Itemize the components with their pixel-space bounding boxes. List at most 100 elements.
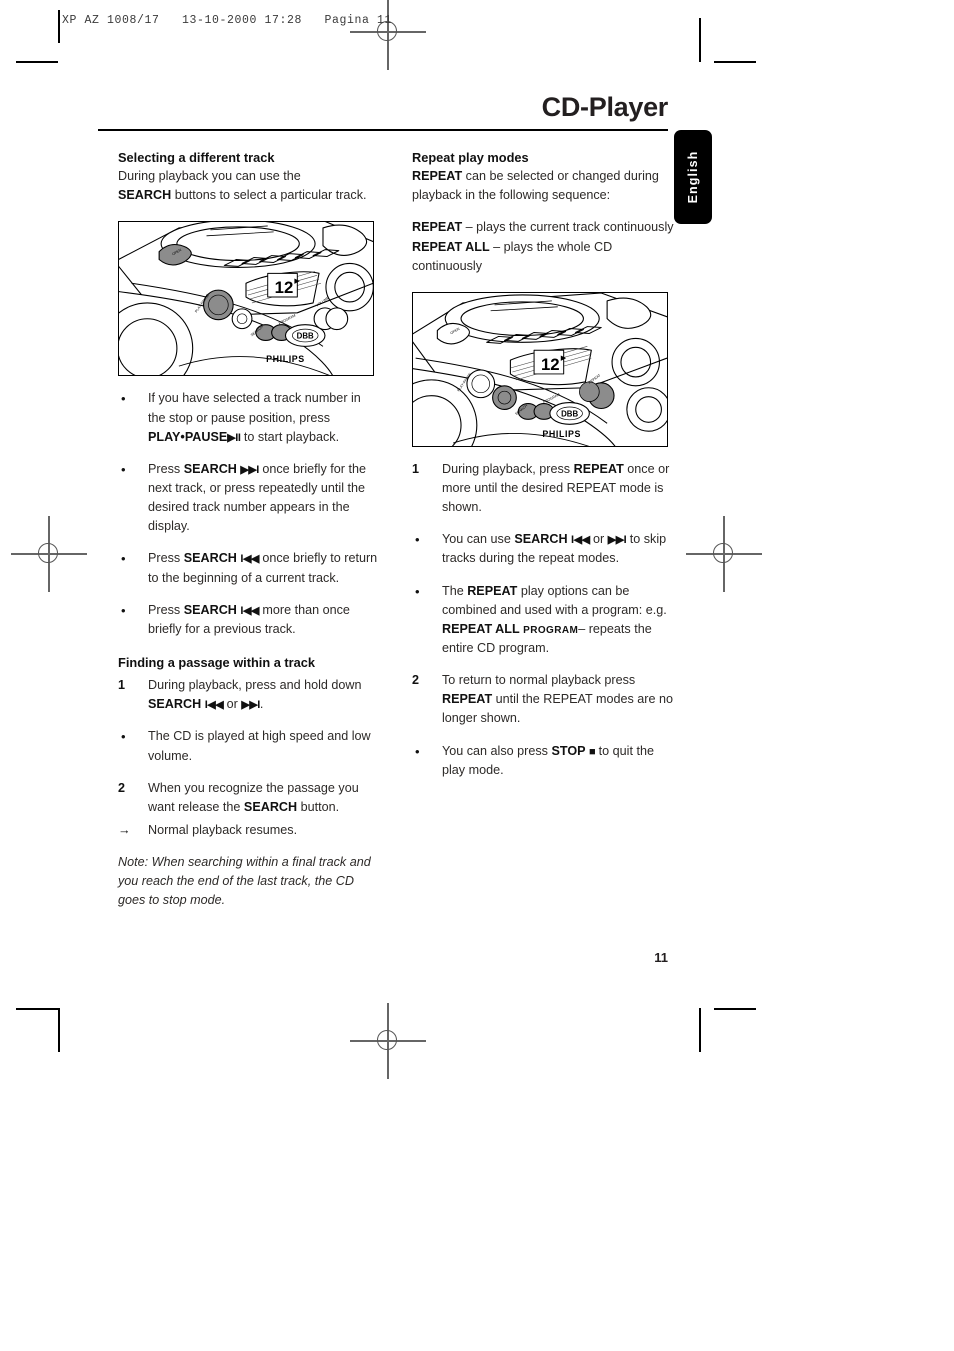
text-bold: SEARCH xyxy=(183,461,237,476)
text-bold: REPEAT xyxy=(467,583,518,598)
crop-mark-bottom-right-horizontal xyxy=(714,1008,756,1010)
svg-text:▶: ▶ xyxy=(294,279,300,286)
paragraph-selecting-track-intro: During playback you can use the SEARCH b… xyxy=(118,167,380,205)
crop-mark-top-left-horizontal xyxy=(16,61,58,63)
paragraph-repeat-mode-all: REPEAT ALL – plays the whole CD continuo… xyxy=(412,238,674,276)
arrow-right-icon: → xyxy=(118,823,131,838)
list-item-text: The REPEAT play options can be combined … xyxy=(442,582,674,659)
bullet-marker: • xyxy=(121,729,126,745)
svg-text:PHILIPS: PHILIPS xyxy=(266,355,305,365)
text-a: You can also press xyxy=(442,743,548,758)
text-bold: REPEAT xyxy=(442,692,493,707)
list-item-text: Normal playback resumes. xyxy=(148,823,298,838)
list-item: → Normal playback resumes. xyxy=(118,821,380,840)
search-backward-icon: I◀◀ xyxy=(240,553,259,566)
text-bold: SEARCH xyxy=(183,551,237,566)
list-item: 1 During playback, press REPEAT once or … xyxy=(412,460,674,517)
svg-text:PHILIPS: PHILIPS xyxy=(542,429,581,439)
text-bold: SEARCH xyxy=(514,532,568,547)
list-item: 1 During playback, press and hold down S… xyxy=(118,676,380,714)
text-b: button. xyxy=(300,799,340,814)
list-item-text: Press SEARCH ▶▶I once briefly for the ne… xyxy=(148,460,380,537)
bullet-marker: • xyxy=(121,551,126,567)
text-b: . xyxy=(259,697,264,712)
page-number: 11 xyxy=(654,950,668,965)
text-a: During playback, press and hold down xyxy=(148,678,362,693)
registration-mark-right xyxy=(686,516,762,592)
language-tab-label: English xyxy=(686,150,700,204)
language-tab: English xyxy=(674,130,712,224)
list-item-text: You can use SEARCH I◀◀ or ▶▶I to skip tr… xyxy=(442,530,674,568)
text-b: to start playback. xyxy=(243,429,340,444)
text-a: Press xyxy=(148,602,181,617)
list-item-text: During playback, press REPEAT once or mo… xyxy=(442,460,674,517)
text-a: Press xyxy=(148,551,181,566)
crop-mark-top-right-vertical xyxy=(699,18,701,62)
text-bold: SEARCH xyxy=(243,799,298,814)
lead-bold-repeat: REPEAT xyxy=(412,169,463,184)
figure-cd-player-repeat: 12 ▶ DBB PHILIPS PLAY·PAUSE SEARCH PROGR… xyxy=(412,291,668,447)
list-item: • The REPEAT play options can be combine… xyxy=(412,582,674,659)
text-bold: SEARCH xyxy=(183,602,237,617)
svg-text:DBB: DBB xyxy=(297,332,314,341)
search-backward-icon: I◀◀ xyxy=(204,699,224,712)
list-item: 2 When you recognize the passage you wan… xyxy=(118,779,380,817)
text-a: To return to normal playback press xyxy=(442,673,636,688)
step-marker: 1 xyxy=(118,678,126,693)
search-forward-icon: ▶▶I xyxy=(240,463,259,476)
registration-mark-left xyxy=(11,516,87,592)
text-a: The xyxy=(442,583,464,598)
search-backward-icon: I◀◀ xyxy=(571,534,590,547)
svg-text:PROGRAM: PROGRAM xyxy=(543,392,561,404)
svg-text:12: 12 xyxy=(541,355,560,374)
search-forward-icon: ▶▶I xyxy=(241,699,260,712)
text-bold-2: REPEAT ALL xyxy=(442,621,520,636)
list-item: 2 To return to normal playback press REP… xyxy=(412,671,674,728)
list-item: • Press SEARCH I◀◀ more than once briefl… xyxy=(118,601,380,639)
mode2-bold: REPEAT ALL xyxy=(412,239,490,254)
bullet-marker: • xyxy=(121,602,126,618)
heading-finding-passage: Finding a passage within a track xyxy=(118,655,315,671)
text-bold: PLAY•PAUSE xyxy=(148,429,228,444)
list-item-text: During playback, press and hold down SEA… xyxy=(148,676,380,714)
intro-bold-search: SEARCH xyxy=(118,188,172,203)
step-marker: 2 xyxy=(412,673,420,688)
prepress-slug: XP AZ 1008/17 13-10-2000 17:28 Pagina 11 xyxy=(62,14,393,27)
list-item: • The CD is played at high speed and low… xyxy=(118,727,380,765)
text-a: If you have selected a track number in t… xyxy=(148,391,361,425)
list-item: • Press SEARCH ▶▶I once briefly for the … xyxy=(118,460,380,537)
text-a: During playback, press xyxy=(442,461,571,476)
registration-mark-bottom xyxy=(350,1003,426,1079)
text-bold: STOP xyxy=(551,743,586,758)
intro-text-part2: buttons to select a particular track. xyxy=(174,188,367,203)
list-item-text: If you have selected a track number in t… xyxy=(148,389,380,446)
heading-selecting-track: Selecting a different track xyxy=(118,150,275,165)
figure-cd-player-play-pause: 12 ▶ DBB PHILIPS PLAY·PAUSE SEARCH PROGR… xyxy=(118,221,374,377)
list-item-text: You can also press STOP ■ to quit the pl… xyxy=(442,742,674,780)
paragraph-repeat-mode-track: REPEAT – plays the current track continu… xyxy=(412,218,674,237)
title-rule xyxy=(98,129,668,131)
bullet-marker: • xyxy=(415,532,420,548)
crop-mark-top-right-horizontal xyxy=(714,61,756,63)
svg-text:▶: ▶ xyxy=(561,355,567,362)
slug-divider xyxy=(58,10,60,43)
list-item-text: Press SEARCH I◀◀ once briefly to return … xyxy=(148,549,380,587)
left-column: Selecting a different track During playb… xyxy=(118,148,380,911)
crop-mark-bottom-right-vertical xyxy=(699,1008,701,1052)
intro-text-part1: During playback you can use the xyxy=(118,169,301,184)
right-column: Repeat play modes REPEAT can be selected… xyxy=(412,148,674,780)
mode1-text: – plays the current track continuously xyxy=(465,220,674,235)
bullet-marker: • xyxy=(121,461,126,477)
svg-text:12: 12 xyxy=(275,279,294,298)
search-forward-icon: ▶▶I xyxy=(607,534,627,547)
bullet-marker: • xyxy=(121,391,126,407)
step-marker: 1 xyxy=(412,461,420,476)
step-marker: 2 xyxy=(118,780,126,795)
mode1-bold: REPEAT xyxy=(412,220,463,235)
svg-text:PROGRAM: PROGRAM xyxy=(278,314,296,326)
list-item-text: Press SEARCH I◀◀ more than once briefly … xyxy=(148,601,380,639)
text-bold: REPEAT xyxy=(573,461,624,476)
paragraph-repeat-lead: REPEAT can be selected or changed during… xyxy=(412,167,674,205)
text-mid: or xyxy=(226,697,238,712)
bullet-marker: • xyxy=(415,583,420,599)
